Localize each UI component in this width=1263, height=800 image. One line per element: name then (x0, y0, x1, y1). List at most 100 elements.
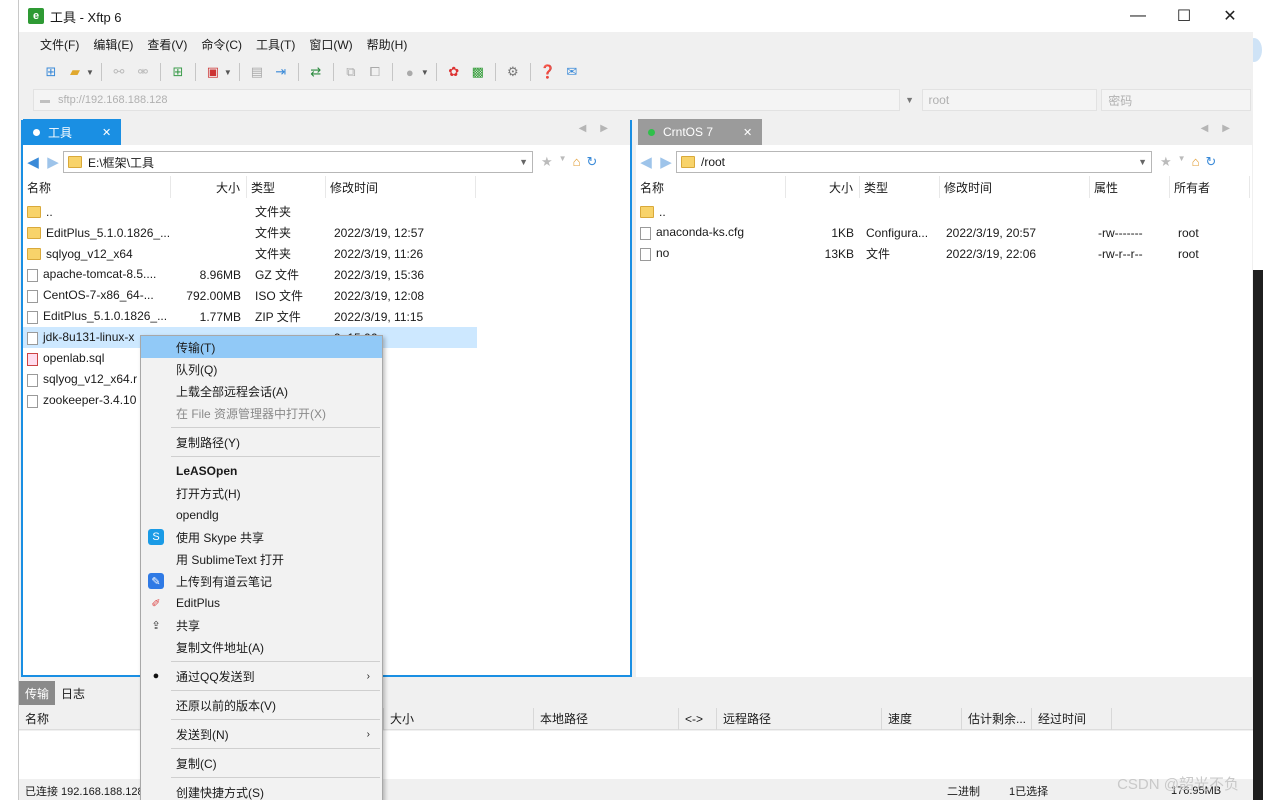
transfer-column-elapsed[interactable]: 经过时间 (1032, 707, 1112, 730)
xshell-icon[interactable]: ✿ (444, 62, 464, 82)
chevron-down-icon[interactable]: ▼ (86, 68, 94, 77)
refresh-icon[interactable]: ↻ (586, 154, 597, 170)
context-menu-item[interactable]: ✐ EditPlus (141, 592, 382, 614)
table-row[interactable]: CentOS-7-x86_64-... 792.00MB ISO 文件 2022/3/… (23, 285, 477, 306)
terminal-icon[interactable]: ▣ (203, 62, 223, 82)
menu-command[interactable]: 命令(C) (194, 36, 249, 53)
context-menu-item[interactable]: ⇪ 共享 (141, 614, 382, 636)
transfer-column-size[interactable]: 大小 (384, 707, 534, 730)
forward-arrow-icon[interactable]: ▶ (656, 153, 676, 171)
tab-scroll-arrows-icon[interactable]: ◀▶ (579, 123, 622, 134)
menu-help[interactable]: 帮助(H) (360, 36, 415, 53)
context-menu-item[interactable]: 传输(T) (141, 336, 382, 358)
transfer-column-speed[interactable]: 速度 (882, 707, 962, 730)
local-path-input[interactable]: E:\框架\工具 ▼ (63, 151, 533, 173)
refresh-icon[interactable]: ↻ (1205, 154, 1216, 170)
table-row[interactable]: .. 文件夹 (23, 201, 477, 222)
transfer-column-eta[interactable]: 估计剩余... (962, 707, 1032, 730)
table-row[interactable]: sqlyog_v12_x64 文件夹 2022/3/19, 11:26 (23, 243, 477, 264)
help-icon[interactable]: ❓ (538, 62, 558, 82)
context-menu-item[interactable]: 复制文件地址(A) (141, 636, 382, 658)
transfer-column-remote-path[interactable]: 远程路径 (717, 707, 882, 730)
upload-icon[interactable]: ⇥ (271, 62, 291, 82)
context-menu-item[interactable]: 上载全部远程会话(A) (141, 380, 382, 402)
gear-icon[interactable]: ⚙ (503, 62, 523, 82)
column-type[interactable]: 类型 (860, 176, 940, 198)
chevron-down-icon[interactable]: ▼ (1138, 157, 1147, 167)
copy-icon[interactable]: ⧉ (341, 62, 361, 82)
context-menu-item[interactable]: opendlg (141, 504, 382, 526)
close-icon[interactable]: ✕ (102, 126, 111, 139)
connect-icon[interactable]: ⚯ (109, 62, 129, 82)
chevron-down-icon[interactable]: ▼ (224, 68, 232, 77)
paste-icon[interactable]: ⧠ (365, 62, 385, 82)
context-menu-item[interactable]: 队列(Q) (141, 358, 382, 380)
tab-scroll-arrows-icon[interactable]: ◀▶ (1201, 123, 1244, 134)
column-size[interactable]: 大小 (786, 176, 860, 198)
table-row[interactable]: EditPlus_5.1.0.1826_... 1.77MB ZIP 文件 2022/… (23, 306, 477, 327)
column-type[interactable]: 类型 (247, 176, 326, 198)
context-menu-item[interactable]: ● 通过QQ发送到 › (141, 665, 382, 687)
chevron-down-icon[interactable]: ▼ (1178, 154, 1186, 170)
column-size[interactable]: 大小 (171, 176, 247, 198)
username-field[interactable]: root (921, 89, 1098, 111)
remote-path-input[interactable]: /root ▼ (676, 151, 1152, 173)
table-row[interactable]: no 13KB 文件 2022/3/19, 22:06 -rw-r--r-- root (636, 243, 1252, 264)
context-menu-item[interactable]: ✎ 上传到有道云笔记 (141, 570, 382, 592)
tab-log[interactable]: 日志 (55, 681, 91, 705)
context-menu-item[interactable]: 打开方式(H) (141, 482, 382, 504)
chevron-down-icon[interactable]: ▼ (559, 154, 567, 170)
sync-icon[interactable]: ⇄ (306, 62, 326, 82)
password-field[interactable]: 密码 (1101, 89, 1251, 111)
favorite-star-icon[interactable]: ★ (1160, 154, 1172, 170)
tab-remote[interactable]: CrntOS 7 ✕ (638, 119, 763, 145)
host-field[interactable]: ▬ sftp://192.168.188.128 (33, 89, 900, 111)
minimize-icon[interactable]: — (1115, 0, 1161, 32)
new-tab-icon[interactable]: ⊞ (168, 62, 188, 82)
home-icon[interactable]: ⌂ (1192, 154, 1200, 170)
chevron-down-icon[interactable]: ▼ (900, 95, 920, 105)
chevron-down-icon[interactable]: ▼ (421, 68, 429, 77)
table-row[interactable]: .. (636, 201, 1252, 222)
menu-edit[interactable]: 编辑(E) (86, 36, 140, 53)
context-menu-item[interactable]: LeASOpen (141, 460, 382, 482)
context-menu-item[interactable]: S 使用 Skype 共享 (141, 526, 382, 548)
table-row[interactable]: apache-tomcat-8.5.... 8.96MB GZ 文件 2022/3/1… (23, 264, 477, 285)
transfer-column-direction[interactable]: <-> (679, 707, 717, 730)
open-folder-icon[interactable]: ▰ (65, 62, 85, 82)
maximize-icon[interactable]: ☐ (1161, 0, 1207, 32)
status-circle-icon[interactable]: ● (400, 62, 420, 82)
context-menu-item[interactable]: 用 SublimeText 打开 (141, 548, 382, 570)
context-menu-item[interactable]: 发送到(N) › (141, 723, 382, 745)
column-attributes[interactable]: 属性 (1090, 176, 1170, 198)
close-icon[interactable]: ✕ (743, 126, 752, 139)
context-menu-item[interactable]: 还原以前的版本(V) (141, 694, 382, 716)
back-arrow-icon[interactable]: ◀ (23, 153, 43, 171)
chat-icon[interactable]: ✉ (562, 62, 582, 82)
tab-local[interactable]: 工具 ✕ (23, 119, 122, 145)
favorite-star-icon[interactable]: ★ (541, 154, 553, 170)
close-icon[interactable]: ✕ (1207, 0, 1253, 32)
disconnect-icon[interactable]: ⚮ (133, 62, 153, 82)
column-modified[interactable]: 修改时间 (326, 176, 476, 198)
menu-window[interactable]: 窗口(W) (302, 36, 359, 53)
menu-tools[interactable]: 工具(T) (249, 36, 302, 53)
context-menu-item[interactable]: 复制路径(Y) (141, 431, 382, 453)
menu-file[interactable]: 文件(F) (33, 36, 86, 53)
new-session-icon[interactable]: ⊞ (41, 62, 61, 82)
home-icon[interactable]: ⌂ (573, 154, 581, 170)
table-row[interactable]: anaconda-ks.cfg 1KB Configura... 2022/3/19,… (636, 222, 1252, 243)
context-menu-item[interactable]: 创建快捷方式(S) (141, 781, 382, 800)
context-menu-item[interactable]: 复制(C) (141, 752, 382, 774)
file-properties-icon[interactable]: ▤ (247, 62, 267, 82)
back-arrow-icon[interactable]: ◀ (636, 153, 656, 171)
column-name[interactable]: 名称 (636, 176, 786, 198)
column-name[interactable]: 名称 (23, 176, 171, 198)
column-owner[interactable]: 所有者 (1170, 176, 1250, 198)
menu-view[interactable]: 查看(V) (140, 36, 194, 53)
column-modified[interactable]: 修改时间 (940, 176, 1090, 198)
transfer-column-local-path[interactable]: 本地路径 (534, 707, 679, 730)
forward-arrow-icon[interactable]: ▶ (43, 153, 63, 171)
tab-transfer[interactable]: 传输 (19, 681, 56, 705)
table-row[interactable]: EditPlus_5.1.0.1826_... 文件夹 2022/3/19, 12:… (23, 222, 477, 243)
